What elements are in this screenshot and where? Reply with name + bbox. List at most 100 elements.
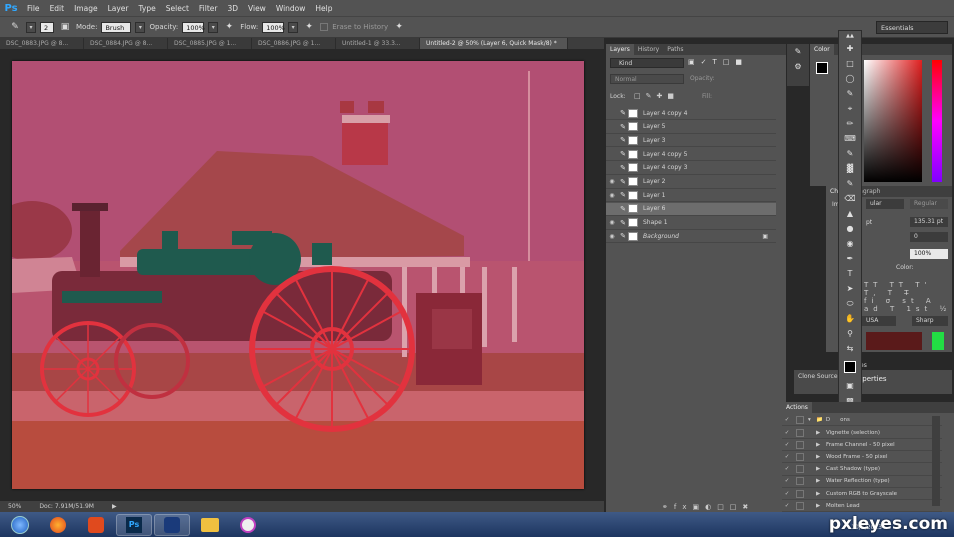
pen-tool-icon[interactable]: ✒ <box>839 251 861 266</box>
check-icon[interactable]: ✓ <box>782 478 792 484</box>
layer-thumbnail[interactable] <box>628 108 638 118</box>
expand-arrow-icon[interactable]: ▶ <box>816 430 824 436</box>
expand-arrow-icon[interactable]: ▶ <box>816 478 824 484</box>
stamp-tool-icon[interactable]: ▓ <box>839 161 861 176</box>
zoom-tool-icon[interactable]: ⚲ <box>839 326 861 341</box>
layer-thumbnail[interactable] <box>628 163 638 173</box>
check-icon[interactable]: ✓ <box>782 503 792 509</box>
expand-arrow-icon[interactable]: ▶ <box>816 442 824 448</box>
tab-actions[interactable]: Actions <box>782 402 812 413</box>
tools-collapse-icon[interactable]: ▲▲ <box>839 31 861 41</box>
menu-window[interactable]: Window <box>271 4 311 13</box>
font-style-select[interactable]: ular <box>866 199 904 209</box>
layer-name[interactable]: Layer 3 <box>643 137 665 144</box>
layer-row[interactable]: ◉ ✎ Layer 2 <box>606 176 776 189</box>
brush-tool-icon[interactable]: ✎ <box>839 146 861 161</box>
itunes-icon[interactable] <box>230 514 266 536</box>
color-picker-field[interactable] <box>864 60 922 182</box>
layer-thumbnail[interactable] <box>628 218 638 228</box>
marquee-tool-icon[interactable]: □ <box>839 56 861 71</box>
hand-tool-icon[interactable]: ✋ <box>839 311 861 326</box>
expand-arrow-icon[interactable]: ▶ <box>816 454 824 460</box>
scale-field[interactable]: 100% <box>910 249 948 259</box>
antialias-select[interactable]: Sharp <box>912 316 948 326</box>
layer-row[interactable]: ✎ Layer 6 <box>606 202 776 216</box>
action-set-row[interactable]: ✓ ▾ 📁 D ons <box>782 414 942 426</box>
opentype-buttons[interactable]: fi σ st A ad T 1st ½ <box>864 297 952 313</box>
lasso-tool-icon[interactable]: ◯ <box>839 71 861 86</box>
type-tool-icon[interactable]: T <box>839 266 861 281</box>
dialog-toggle[interactable] <box>796 465 804 474</box>
tab-color[interactable]: Color <box>810 44 834 55</box>
quick-select-tool-icon[interactable]: ✎ <box>839 86 861 101</box>
tool-preset-dropdown[interactable]: ▾ <box>26 21 36 33</box>
visibility-eye-icon[interactable]: ◉ <box>606 192 618 199</box>
explorer-icon[interactable] <box>192 514 228 536</box>
layer-thumbnail[interactable] <box>628 149 638 159</box>
layer-thumbnail[interactable] <box>628 135 638 145</box>
action-item[interactable]: ✓ ▶ Custom RGB to Grayscale <box>782 488 942 500</box>
layer-thumbnail[interactable] <box>628 177 638 186</box>
document-tab-2[interactable]: DSC_0884.JPG @ 8... <box>84 38 168 49</box>
action-item[interactable]: ✓ ▶ Water Reflection (type) <box>782 476 942 488</box>
opacity-dropdown-icon[interactable]: ▾ <box>208 21 219 33</box>
mode-dropdown-icon[interactable]: ▾ <box>135 21 146 33</box>
lock-icons[interactable]: □✎✚■ <box>634 92 679 100</box>
document-tab-3[interactable]: DSC_0885.JPG @ 1... <box>168 38 252 49</box>
firefox-icon[interactable] <box>40 514 76 536</box>
dialog-toggle[interactable] <box>796 415 804 424</box>
action-item[interactable]: ✓ ▶ Frame Channel - 50 pixel <box>782 439 942 452</box>
menu-layer[interactable]: Layer <box>103 4 134 13</box>
crop-tool-icon[interactable]: ⌖ <box>839 101 861 116</box>
action-item[interactable]: ✓ ▶ Vignette (selection) <box>782 427 942 439</box>
settings-icon[interactable]: ⚙ <box>787 59 809 74</box>
erase-history-checkbox[interactable] <box>320 23 329 31</box>
brush-panel-icon[interactable]: ▣ <box>58 20 72 34</box>
zoom-readout[interactable]: 50% <box>8 503 21 510</box>
menu-image[interactable]: Image <box>69 4 103 13</box>
properties-tab[interactable]: operties <box>858 375 887 383</box>
layer-row[interactable]: ◉ ✎ Layer 1 <box>606 189 776 203</box>
dialog-toggle[interactable] <box>796 428 804 437</box>
opacity-field[interactable]: 100% <box>182 21 205 33</box>
dialog-toggle[interactable] <box>796 489 804 498</box>
clone-source-tab[interactable]: Clone Source <box>798 373 838 380</box>
dialog-toggle[interactable] <box>796 501 804 510</box>
foreground-color-swatch[interactable] <box>816 62 828 74</box>
language-select[interactable]: USA <box>862 316 896 326</box>
eraser-tool-icon[interactable]: ✎ <box>8 20 22 34</box>
layer-row[interactable]: ✎ Layer 4 copy 4 <box>606 107 776 120</box>
blur-tool-icon[interactable]: ● <box>839 221 861 236</box>
dialog-toggle[interactable] <box>796 440 804 449</box>
layer-filter-icons[interactable]: ▣✓T□■ <box>688 58 778 68</box>
menu-view[interactable]: View <box>243 4 271 13</box>
photoshop-taskbar-icon[interactable]: Ps <box>116 513 152 536</box>
layer-name[interactable]: Background <box>643 233 679 240</box>
action-item[interactable]: ✓ ▶ Cast Shadow (type) <box>782 464 942 476</box>
layer-row[interactable]: ✎ Layer 4 copy 3 <box>606 162 776 175</box>
eyedropper-tool-icon[interactable]: ✏ <box>839 116 861 131</box>
menu-3d[interactable]: 3D <box>222 4 243 13</box>
tool-color-swatches[interactable] <box>839 356 861 378</box>
check-icon[interactable]: ✓ <box>782 466 792 472</box>
flow-dropdown-icon[interactable]: ▾ <box>288 21 299 33</box>
tracking-field[interactable]: 0 <box>910 232 948 242</box>
expand-arrow-icon[interactable]: ▶ <box>816 491 824 497</box>
swap-colors-icon[interactable]: ⇆ <box>839 341 861 356</box>
check-icon[interactable]: ✓ <box>782 491 792 497</box>
layer-row[interactable]: ✎ Layer 5 <box>606 121 776 134</box>
green-swatch[interactable] <box>932 332 944 350</box>
menu-filter[interactable]: Filter <box>194 4 223 13</box>
visibility-eye-icon[interactable]: ◉ <box>606 219 618 226</box>
layer-panel-footer-icons[interactable]: ⚭fx▣◐□□✖ <box>662 503 782 512</box>
action-item[interactable]: ✓ ▶ Molten Lead <box>782 500 942 513</box>
layer-row[interactable]: ✎ Layer 4 copy 5 <box>606 148 776 162</box>
quick-mask-icon[interactable]: ▣ <box>839 378 861 393</box>
eraser-tool-icon[interactable]: ⌫ <box>839 191 861 206</box>
dark-red-swatch[interactable] <box>866 332 922 350</box>
tab-paths[interactable]: Paths <box>663 44 687 55</box>
move-tool-icon[interactable]: ✚ <box>839 41 861 56</box>
menu-edit[interactable]: Edit <box>45 4 70 13</box>
mode-select[interactable]: Brush <box>101 21 132 33</box>
airbrush-icon[interactable]: ✦ <box>302 20 316 34</box>
